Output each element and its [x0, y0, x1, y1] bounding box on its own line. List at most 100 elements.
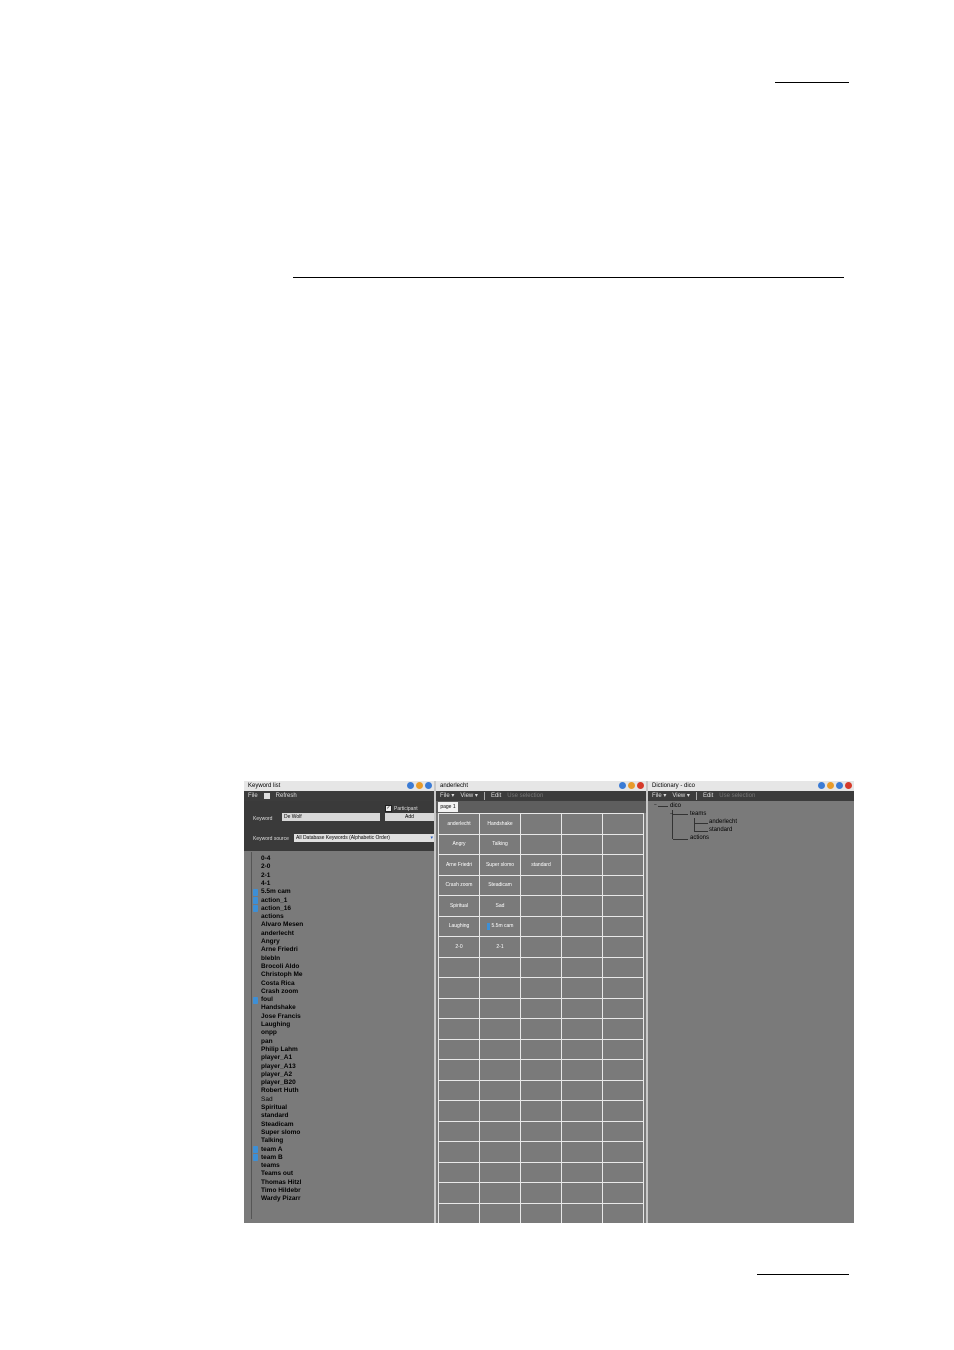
- grid-cell[interactable]: [603, 916, 643, 936]
- grid-cell[interactable]: [521, 834, 561, 854]
- keyword-list-item[interactable]: Brocoli Aldo: [261, 963, 299, 971]
- grid-cell[interactable]: [480, 957, 520, 977]
- keyword-list-item[interactable]: anderlecht: [261, 930, 294, 938]
- keyword-list-item[interactable]: onpp: [261, 1029, 277, 1037]
- grid-cell[interactable]: [480, 1162, 520, 1182]
- keyword-list-item[interactable]: player_A2: [261, 1071, 292, 1079]
- grid-cell[interactable]: [480, 998, 520, 1018]
- grid-cell[interactable]: [521, 814, 561, 834]
- grid-cell[interactable]: [439, 998, 479, 1018]
- grid-cell[interactable]: [521, 1039, 561, 1059]
- grid-cell[interactable]: [603, 937, 643, 957]
- grid-cell[interactable]: [562, 1203, 602, 1223]
- keyword-list-item[interactable]: Alvaro Mesen: [261, 921, 303, 929]
- grid-cell[interactable]: [480, 1121, 520, 1141]
- keyword-list-item[interactable]: Robert Huth: [261, 1087, 299, 1095]
- tree-node-actions[interactable]: actions: [690, 835, 709, 841]
- grid-cell[interactable]: [603, 855, 643, 875]
- keyword-list-item[interactable]: team A: [261, 1146, 282, 1154]
- grid-cell[interactable]: [603, 1060, 643, 1080]
- grid-cell[interactable]: Spiritual: [439, 896, 479, 916]
- keyword-list-item[interactable]: Sad: [261, 1096, 273, 1104]
- menu-file[interactable]: File ▾: [440, 791, 454, 801]
- keyword-list-item[interactable]: Spiritual: [261, 1104, 287, 1112]
- grid-cell[interactable]: [439, 1080, 479, 1100]
- grid-cell[interactable]: [603, 1080, 643, 1100]
- tab-page-1[interactable]: page 1: [438, 802, 458, 812]
- grid-cell[interactable]: [562, 814, 602, 834]
- grid-cell[interactable]: [439, 957, 479, 977]
- grid-cell[interactable]: [562, 1183, 602, 1203]
- grid-cell[interactable]: Handshake: [480, 814, 520, 834]
- close-icon[interactable]: [637, 782, 644, 789]
- grid-cell[interactable]: 5.5m cam: [480, 916, 520, 936]
- keyword-list-item[interactable]: Jose Francis: [261, 1013, 301, 1021]
- grid-cell[interactable]: [562, 957, 602, 977]
- minimize-icon[interactable]: [416, 782, 423, 789]
- menu-use-selection[interactable]: Use selection: [719, 791, 755, 801]
- keyword-list-item[interactable]: Costa Rica: [261, 980, 295, 988]
- grid-cell[interactable]: [521, 1162, 561, 1182]
- grid-cell[interactable]: [603, 1142, 643, 1162]
- menu-view[interactable]: View ▾: [460, 791, 478, 801]
- tree-node-root[interactable]: dico: [670, 803, 681, 809]
- tree-node-teams[interactable]: teams: [690, 811, 706, 817]
- grid-cell[interactable]: [480, 1142, 520, 1162]
- grid-cell[interactable]: [480, 1019, 520, 1039]
- grid-cell[interactable]: anderlecht: [439, 814, 479, 834]
- grid-cell[interactable]: [439, 1203, 479, 1223]
- help-icon[interactable]: [619, 782, 626, 789]
- keyword-list-item[interactable]: Steadicam: [261, 1121, 294, 1129]
- grid-cell[interactable]: [603, 1101, 643, 1121]
- keyword-list-item[interactable]: 0-4: [261, 855, 270, 863]
- grid-cell[interactable]: [603, 896, 643, 916]
- keyword-list-item[interactable]: foul: [261, 996, 273, 1004]
- keyword-list-item[interactable]: 5.5m cam: [261, 888, 291, 896]
- grid-cell[interactable]: [562, 1080, 602, 1100]
- grid-cell[interactable]: Angry: [439, 834, 479, 854]
- keyword-list-item[interactable]: action_1: [261, 897, 287, 905]
- keyword-list-item[interactable]: team B: [261, 1154, 283, 1162]
- grid-cell[interactable]: Crash zoom: [439, 875, 479, 895]
- keyword-list-item[interactable]: Arne Friedri: [261, 946, 298, 954]
- menu-edit[interactable]: Edit: [491, 791, 501, 801]
- grid-cell[interactable]: [562, 998, 602, 1018]
- minimize-icon[interactable]: [827, 782, 834, 789]
- grid-cell[interactable]: Super slomo: [480, 855, 520, 875]
- keyword-input[interactable]: De Wolf: [282, 813, 380, 821]
- keyword-list-item[interactable]: 2-1: [261, 872, 270, 880]
- keyword-list-item[interactable]: teams: [261, 1162, 280, 1170]
- grid-cell[interactable]: [562, 937, 602, 957]
- grid-cell[interactable]: standard: [521, 855, 561, 875]
- grid-cell[interactable]: [521, 875, 561, 895]
- grid-cell[interactable]: [480, 1101, 520, 1121]
- menu-file[interactable]: File ▾: [652, 791, 666, 801]
- grid-cell[interactable]: [603, 1162, 643, 1182]
- grid-cell[interactable]: Sad: [480, 896, 520, 916]
- grid-cell[interactable]: [480, 1080, 520, 1100]
- keyword-list-item[interactable]: Super slomo: [261, 1129, 300, 1137]
- participant-checkbox[interactable]: ✓: [385, 805, 392, 812]
- keyword-list-item[interactable]: Christoph Me: [261, 971, 303, 979]
- menu-file[interactable]: File: [248, 791, 258, 801]
- grid-cell[interactable]: [603, 1203, 643, 1223]
- grid-cell[interactable]: [480, 1060, 520, 1080]
- grid-cell[interactable]: [521, 916, 561, 936]
- grid-cell[interactable]: [562, 916, 602, 936]
- grid-cell[interactable]: [603, 1121, 643, 1141]
- keyword-list-item[interactable]: Handshake: [261, 1004, 296, 1012]
- grid-cell[interactable]: [521, 896, 561, 916]
- keyword-list-item[interactable]: Timo Hildebr: [261, 1187, 301, 1195]
- grid-cell[interactable]: [603, 978, 643, 998]
- participant-option[interactable]: ✓ Participant: [385, 805, 418, 812]
- keyword-list-item[interactable]: standard: [261, 1112, 288, 1120]
- keyword-list-item[interactable]: Thomas Hitzl: [261, 1179, 301, 1187]
- maximize-icon[interactable]: [836, 782, 843, 789]
- grid-cell[interactable]: Arne Friedri: [439, 855, 479, 875]
- keyword-list-item[interactable]: player_A13: [261, 1063, 296, 1071]
- grid-cell[interactable]: [603, 1019, 643, 1039]
- grid-cell[interactable]: [603, 1039, 643, 1059]
- grid-cell[interactable]: [480, 978, 520, 998]
- grid-cell[interactable]: [521, 1060, 561, 1080]
- keyword-list-item[interactable]: 2-0: [261, 863, 270, 871]
